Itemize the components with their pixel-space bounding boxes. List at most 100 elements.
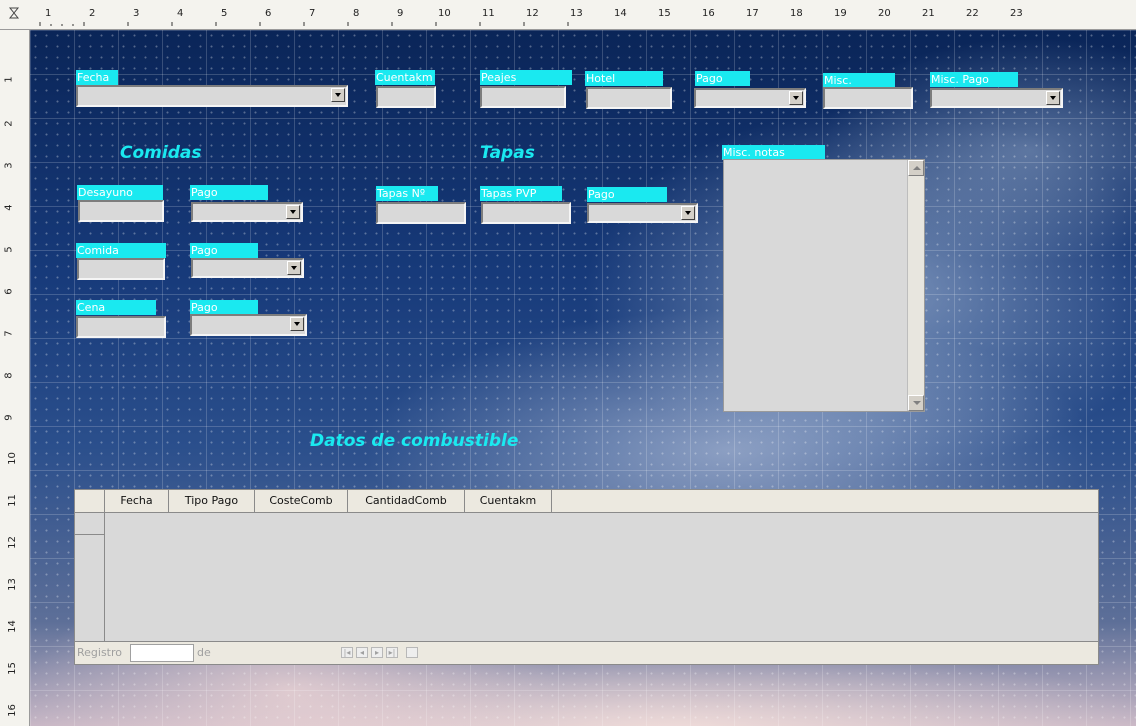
ruler-num: 12 [6,536,18,549]
comida-field[interactable] [77,258,165,280]
chevron-down-icon[interactable] [331,88,345,102]
ruler-num: 9 [3,414,15,421]
misc-pago-combo[interactable] [930,88,1063,108]
ruler-num: 11 [482,8,495,19]
chevron-down-icon[interactable] [1046,91,1060,105]
column-header[interactable]: Fecha [105,490,169,512]
ruler-num: 23 [1010,8,1023,19]
previous-record-icon[interactable]: ◂ [356,647,368,658]
ruler-num: 1 [3,76,15,83]
pago-label: Pago [695,71,750,86]
fecha-combo[interactable] [76,85,348,107]
ruler-num: 6 [265,8,272,19]
cena-label: Cena [76,300,156,315]
cuentakm-field[interactable] [376,86,436,108]
comidas-heading: Comidas [120,143,202,163]
ruler-num: 3 [133,8,140,19]
misc-notas-textarea[interactable] [723,159,925,412]
desayuno-field[interactable] [78,200,164,222]
misc-notas-label: Misc. notas [722,145,825,160]
new-record-icon[interactable] [406,647,418,658]
desayuno-pago-combo[interactable] [191,202,303,222]
vertical-ruler[interactable]: 1 2 3 4 5 6 7 8 9 10 11 12 13 14 15 16 [0,30,30,726]
ruler-num: 15 [658,8,671,19]
first-record-icon[interactable]: |◂ [341,647,353,658]
ruler-num: 22 [966,8,979,19]
combustible-heading: Datos de combustible [310,431,519,451]
ruler-num: 12 [526,8,539,19]
chevron-down-icon[interactable] [290,317,304,331]
ruler-num: 5 [221,8,228,19]
form-canvas[interactable]: Fecha Cuentakm Peajes Hotel Pago Misc. M… [30,30,1136,726]
ruler-num: 7 [3,330,15,337]
ruler-num: 19 [834,8,847,19]
ruler-num: 4 [177,8,184,19]
tapas-pago-combo[interactable] [587,203,698,223]
ruler-num: 20 [878,8,891,19]
ruler-num: 3 [3,162,15,169]
peajes-field[interactable] [480,86,566,108]
next-record-icon[interactable]: ▸ [371,647,383,658]
ruler-num: 18 [790,8,803,19]
ruler-num: 10 [438,8,451,19]
tapas-n-label: Tapas Nº [376,186,438,201]
chevron-down-icon[interactable] [286,205,300,219]
pago-combo[interactable] [694,88,806,108]
record-number-input[interactable] [130,644,194,662]
ruler-num: 2 [89,8,96,19]
tapas-pvp-field[interactable] [481,202,571,224]
misc-label: Misc. [823,73,895,88]
record-navigation-bar: Registro de |◂ ◂ ▸ ▸| [75,641,1098,664]
ruler-num: 14 [6,620,18,633]
ruler-num: 8 [3,372,15,379]
column-header[interactable]: Tipo Pago [169,490,255,512]
tapas-n-field[interactable] [376,202,466,224]
ruler-num: 21 [922,8,935,19]
cena-pago-combo[interactable] [190,314,307,336]
fecha-label: Fecha [76,70,118,85]
tapas-pvp-label: Tapas PVP [480,186,562,201]
scroll-down-icon[interactable] [908,395,924,411]
ruler-num: 16 [702,8,715,19]
combustible-table[interactable]: Fecha Tipo Pago CosteComb CantidadComb C… [74,489,1099,665]
ruler-num: 11 [6,494,18,507]
ruler-num: 8 [353,8,360,19]
ruler-num: 15 [6,662,18,675]
last-record-icon[interactable]: ▸| [386,647,398,658]
ruler-num: 10 [6,452,18,465]
ruler-num: 13 [6,578,18,591]
tapas-heading: Tapas [480,143,535,163]
hotel-field[interactable] [586,87,672,109]
row-header[interactable] [75,512,104,535]
ruler-num: 2 [3,120,15,127]
table-header: Fecha Tipo Pago CosteComb CantidadComb C… [75,490,1098,513]
ruler-num: 17 [746,8,759,19]
scroll-up-icon[interactable] [908,160,924,176]
ruler-num: 4 [3,204,15,211]
column-header[interactable]: CosteComb [255,490,348,512]
column-header[interactable]: Cuentakm [465,490,552,512]
chevron-down-icon[interactable] [287,261,301,275]
row-headers [75,512,105,643]
chevron-down-icon[interactable] [789,91,803,105]
registro-label: Registro [77,646,123,659]
pago-label: Pago [190,185,268,200]
ruler-num: 6 [3,288,15,295]
hotel-label: Hotel [585,71,663,86]
ruler-num: 9 [397,8,404,19]
ruler-num: 16 [6,704,18,717]
ruler-num: 5 [3,246,15,253]
chevron-down-icon[interactable] [681,206,695,220]
comida-label: Comida [76,243,166,258]
pago-label: Pago [190,243,258,258]
ruler-num: 7 [309,8,316,19]
misc-field[interactable] [823,87,913,109]
pago-label: Pago [587,187,667,202]
cena-field[interactable] [76,316,166,338]
column-header[interactable]: CantidadComb [348,490,465,512]
table-corner [75,490,105,512]
comida-pago-combo[interactable] [191,258,304,278]
desayuno-label: Desayuno [77,185,163,200]
horizontal-ruler[interactable]: 1 2 3 4 5 6 7 8 9 10 11 12 13 14 15 16 1… [0,0,1136,30]
notes-scrollbar[interactable] [907,160,924,411]
